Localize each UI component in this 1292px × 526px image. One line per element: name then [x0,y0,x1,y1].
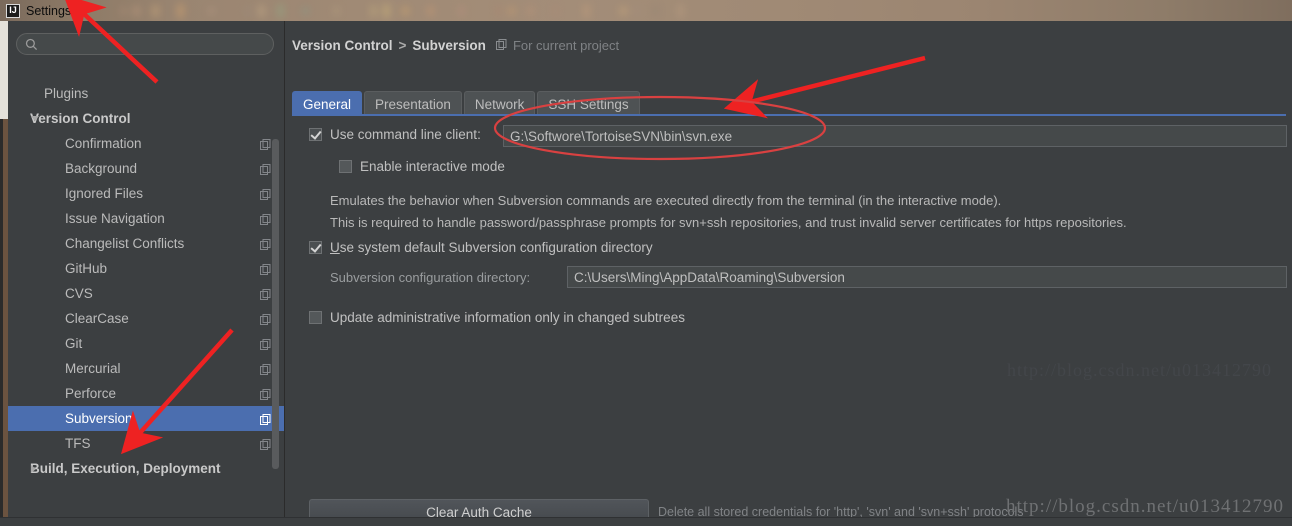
settings-tab-bar: GeneralPresentationNetworkSSH Settings [292,89,642,116]
sidebar-item-changelist-conflicts[interactable]: Changelist Conflicts [8,231,285,256]
sidebar-item-tfs[interactable]: TFS [8,431,285,456]
sidebar-item-git[interactable]: Git [8,331,285,356]
interactive-mode-description-line-2: This is required to handle password/pass… [330,215,1127,230]
use-command-line-client-checkbox[interactable] [309,128,322,141]
sidebar-item-confirmation[interactable]: Confirmation [8,131,285,156]
update-admin-info-checkbox[interactable] [309,311,322,324]
copy-settings-icon[interactable] [260,238,271,249]
use-command-line-client-label: Use command line client: [330,127,481,142]
sidebar-item-label: Confirmation [65,136,142,151]
interactive-mode-description-line-1: Emulates the behavior when Subversion co… [330,193,1001,208]
general-tab-pane: Use command line client: Enable interact… [292,116,1286,520]
copy-settings-icon[interactable] [260,413,271,424]
settings-main-panel: Version Control > Subversion For current… [286,21,1292,526]
sidebar-item-background[interactable]: Background [8,156,285,181]
sidebar-item-perforce[interactable]: Perforce [8,381,285,406]
use-system-default-config-checkbox[interactable] [309,241,322,254]
sidebar-item-label: Background [65,161,137,176]
tab-presentation[interactable]: Presentation [364,91,462,116]
copy-settings-icon[interactable] [260,313,271,324]
search-box[interactable] [16,33,274,55]
copy-settings-icon[interactable] [260,438,271,449]
settings-sidebar: Plugins Version Control Confirmation Backgr… [8,21,285,526]
chevron-right-icon[interactable] [31,465,36,473]
tab-network[interactable]: Network [464,91,536,116]
copy-settings-icon[interactable] [260,363,271,374]
chevron-down-icon[interactable] [31,116,39,121]
sidebar-item-github[interactable]: GitHub [8,256,285,281]
window-title-bar: Settings [0,0,1292,21]
search-icon [25,38,38,51]
sidebar-item-label: Version Control [30,111,131,126]
copy-settings-icon[interactable] [260,163,271,174]
sidebar-item-label: GitHub [65,261,107,276]
command-line-client-path-input[interactable] [503,125,1287,147]
config-directory-label: Subversion configuration directory: [330,270,530,285]
enable-interactive-mode-label: Enable interactive mode [360,159,505,174]
watermark-secondary: http://blog.csdn.net/u013412790 [1007,360,1272,381]
watermark: http://blog.csdn.net/u013412790 [1006,496,1284,518]
use-system-default-config-row[interactable]: Use system default Subversion configurat… [309,240,653,255]
enable-interactive-mode-checkbox[interactable] [339,160,352,173]
window-bottom-strip [0,517,1292,526]
sidebar-item-label: Changelist Conflicts [65,236,184,251]
sidebar-item-version-control[interactable]: Version Control [8,106,285,131]
search-input[interactable] [38,36,273,52]
window-title-group: Settings [6,0,71,21]
sidebar-item-build-execution-deployment[interactable]: Build, Execution, Deployment [8,456,285,481]
copy-settings-icon[interactable] [260,188,271,199]
copy-settings-icon[interactable] [260,213,271,224]
sidebar-item-cvs[interactable]: CVS [8,281,285,306]
copy-settings-icon[interactable] [260,388,271,399]
sidebar-item-label: Ignored Files [65,186,143,201]
sidebar-item-label: TFS [65,436,91,451]
sidebar-item-ignored-files[interactable]: Ignored Files [8,181,285,206]
breadcrumb-scope: For current project [513,38,619,53]
sidebar-item-label: Build, Execution, Deployment [30,461,221,476]
sidebar-item-label: ClearCase [65,311,129,326]
sidebar-item-label: Subversion [65,411,133,426]
titlebar-blurred-background [120,0,880,21]
sidebar-item-label: Git [65,336,82,351]
use-command-line-client-row[interactable]: Use command line client: [309,127,481,142]
copy-settings-icon[interactable] [260,288,271,299]
sidebar-item-issue-navigation[interactable]: Issue Navigation [8,206,285,231]
sidebar-scrollbar-thumb[interactable] [272,139,279,469]
sidebar-item-mercurial[interactable]: Mercurial [8,356,285,381]
update-admin-info-label: Update administrative information only i… [330,310,685,325]
breadcrumb-parent[interactable]: Version Control [292,38,393,53]
intellij-idea-logo-icon [6,4,20,18]
enable-interactive-mode-row[interactable]: Enable interactive mode [339,159,505,174]
use-system-default-config-label-rest: se system default Subversion configurati… [340,240,653,255]
update-admin-info-row[interactable]: Update administrative information only i… [309,310,685,325]
window-title: Settings [26,4,71,18]
sidebar-item-label: Mercurial [65,361,121,376]
breadcrumb-current: Subversion [412,38,486,53]
copy-settings-icon[interactable] [260,263,271,274]
sidebar-item-label: Issue Navigation [65,211,165,226]
sidebar-item-plugins[interactable]: Plugins [8,81,285,106]
window-left-edge-light [0,21,8,119]
sidebar-item-subversion[interactable]: Subversion [8,406,285,431]
settings-tree: Plugins Version Control Confirmation Backgr… [8,81,285,481]
tab-general[interactable]: General [292,91,362,116]
sidebar-item-label: CVS [65,286,93,301]
sidebar-item-clearcase[interactable]: ClearCase [8,306,285,331]
settings-window: Plugins Version Control Confirmation Backgr… [0,21,1292,526]
copy-settings-icon[interactable] [260,338,271,349]
sidebar-item-label: Perforce [65,386,116,401]
breadcrumb-separator: > [399,38,407,53]
config-directory-input[interactable] [567,266,1287,288]
use-system-default-config-label: Use system default Subversion configurat… [330,240,653,255]
sidebar-item-label: Plugins [44,86,88,101]
breadcrumb: Version Control > Subversion For current… [292,38,619,53]
tab-ssh-settings[interactable]: SSH Settings [537,91,639,116]
project-scope-icon [496,38,507,53]
copy-settings-icon[interactable] [260,138,271,149]
